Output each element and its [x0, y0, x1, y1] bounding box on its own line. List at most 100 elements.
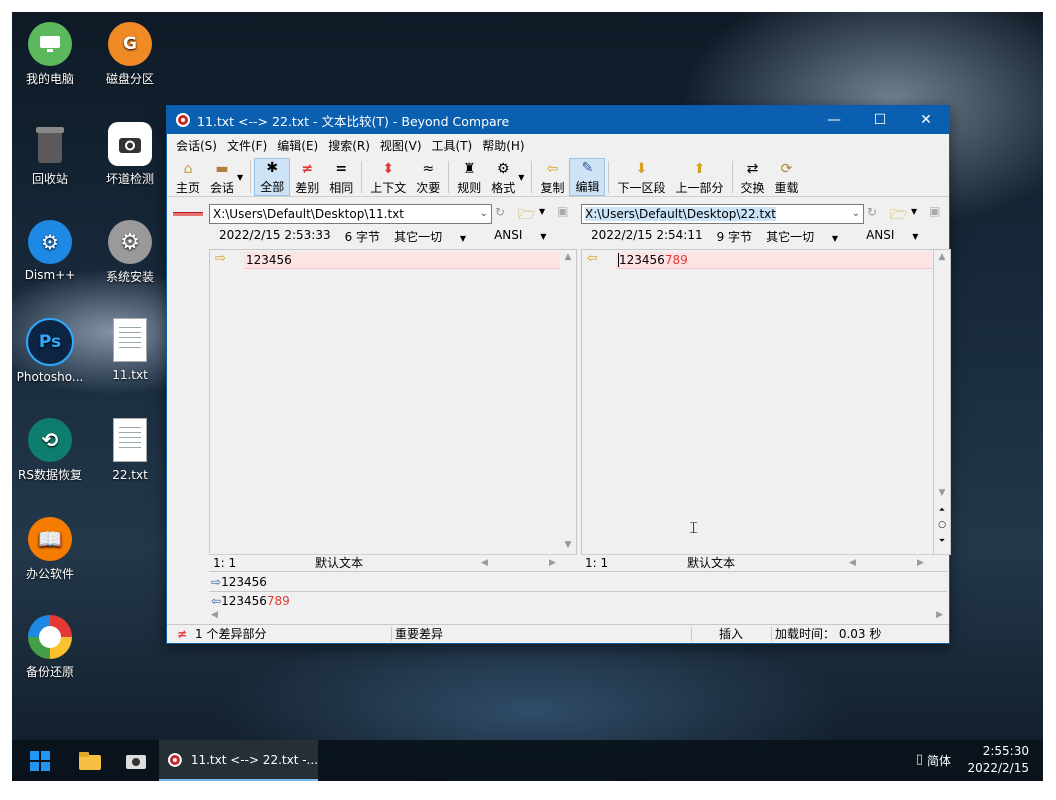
chevron-down-icon[interactable]: ⌄ [480, 205, 488, 223]
current-diff-icon[interactable]: ○ [934, 520, 950, 530]
left-path-input[interactable]: X:\Users\Default\Desktop\11.txt ⌄ [209, 204, 492, 224]
right-path-input[interactable]: X:\Users\Default\Desktop\22.txt ⌄ [581, 204, 864, 224]
menu-edit[interactable]: 编辑(E) [272, 137, 323, 154]
usb-icon[interactable]: ▯ [916, 752, 923, 767]
left-vertical-scrollbar[interactable]: ▲ ▼ [560, 250, 576, 554]
menu-file[interactable]: 文件(F) [222, 137, 272, 154]
menu-view[interactable]: 视图(V) [375, 137, 427, 154]
right-line-diff: 789 [664, 253, 688, 267]
left-encoding[interactable]: ANSI ▼ [494, 228, 560, 246]
menu-tools[interactable]: 工具(T) [427, 137, 478, 154]
left-diff-line[interactable]: 123456 [244, 252, 561, 269]
desktop-label: RS数据恢复 [18, 468, 82, 482]
menu-help[interactable]: 帮助(H) [477, 137, 529, 154]
right-folder-dropdown[interactable]: ▼ [911, 207, 917, 216]
scroll-down-arrow[interactable]: ▼ [560, 540, 576, 550]
desktop-icon-photoshop[interactable]: Ps Photosho... [12, 318, 88, 384]
prev-diff-icon[interactable]: ⏶ [934, 505, 950, 515]
right-open-folder-icon[interactable]: 🗁 [890, 204, 907, 228]
left-folder-dropdown[interactable]: ▼ [539, 207, 545, 216]
chevron-down-icon[interactable]: ⌄ [852, 205, 860, 223]
swap-button[interactable]: ⇄ 交换 [736, 158, 770, 196]
window-titlebar[interactable]: 11.txt <--> 22.txt - 文本比较(T) - Beyond Co… [167, 106, 949, 134]
maximize-button[interactable]: ☐ [857, 106, 903, 134]
desktop-icon-11-txt[interactable]: 11.txt [92, 318, 168, 382]
diffs-label: 差别 [295, 181, 320, 195]
show-all-button[interactable]: ✱ 全部 [254, 158, 291, 196]
desktop-icon-dism[interactable]: ⚙ Dism++ [12, 220, 88, 282]
scroll-up-arrow[interactable]: ▲ [934, 252, 950, 262]
left-filter[interactable]: 其它一切 ▼ [394, 228, 480, 246]
format-dropdown-arrow[interactable]: ▼ [518, 173, 524, 182]
desktop-icon-recycle-bin[interactable]: 回收站 [12, 122, 88, 187]
prev-section-button[interactable]: ⬆ 上一部分 [671, 158, 729, 196]
scroll-up-arrow[interactable]: ▲ [560, 252, 576, 262]
left-open-folder-icon[interactable]: 🗁 [518, 204, 535, 228]
minimize-button[interactable]: — [811, 106, 857, 134]
left-arrow-icon[interactable]: ⇦ [587, 252, 598, 266]
next-section-button[interactable]: ⬇ 下一区段 [612, 158, 670, 196]
scroll-right-arrow[interactable]: ▶ [549, 555, 556, 571]
copy-label: 复制 [540, 181, 565, 195]
menu-session[interactable]: 会话(S) [171, 137, 222, 154]
gear-icon: ⚙ [28, 220, 72, 264]
compare-line-left: ⇨123456 [211, 574, 267, 590]
desktop-icon-disk-partition[interactable]: G 磁盘分区 [92, 22, 168, 87]
desktop-icon-backup[interactable]: 备份还原 [12, 615, 88, 680]
file-explorer-button[interactable] [72, 740, 108, 781]
copy-button[interactable]: ⇦ 复制 [535, 158, 569, 196]
left-history-icon[interactable]: ↻ [495, 205, 505, 219]
left-path-text: X:\Users\Default\Desktop\11.txt [213, 207, 404, 221]
active-task-beyond-compare[interactable]: 11.txt <--> 22.txt -... [159, 740, 318, 781]
scroll-right-arrow[interactable]: ▶ [936, 610, 943, 620]
scroll-down-arrow[interactable]: ▼ [934, 488, 950, 498]
toolbar: ⌂ 主页 ▬ 会话 ▼ ✱ 全部 ≠ 差别 = 相同 ⬍ 上下文 ≈ 次要 ♜ 规则 ⚙ 格式 ▼… [167, 156, 949, 197]
rules-label: 规则 [457, 181, 482, 195]
line-compare-area[interactable]: ⇨123456 ⇦123456789 ◀ ▶ [209, 571, 947, 622]
reload-button[interactable]: ⟳ 重载 [770, 158, 804, 196]
show-diffs-button[interactable]: ≠ 差别 [290, 158, 324, 196]
beyond-compare-window: 11.txt <--> 22.txt - 文本比较(T) - Beyond Co… [166, 105, 951, 644]
right-save-icon[interactable]: ▣ [929, 204, 940, 218]
context-label: 上下文 [370, 181, 407, 195]
menu-search[interactable]: 搜索(R) [323, 137, 375, 154]
home-button[interactable]: ⌂ 主页 [171, 158, 205, 196]
clock[interactable]: 2:55:30 2022/2/15 [967, 743, 1029, 777]
rules-button[interactable]: ♜ 规则 [452, 158, 486, 196]
desktop-icon-bad-sector[interactable]: 坏道检测 [92, 122, 168, 187]
next-diff-icon[interactable]: ⏷ [934, 536, 950, 546]
desktop-icon-22-txt[interactable]: 22.txt [92, 418, 168, 482]
copy-left-arrow-icon: ⇦ [546, 161, 559, 177]
settings-icon: ⚙ [108, 220, 152, 264]
right-encoding[interactable]: ANSI ▼ [866, 228, 932, 246]
right-text-pane[interactable]: 123456789 𝙸 [581, 249, 935, 555]
scroll-left-arrow[interactable]: ◀ [481, 555, 488, 571]
left-save-icon[interactable]: ▣ [557, 204, 568, 218]
right-vertical-scrollbar[interactable]: ▲ ▼ ⏶ ○ ⏷ [933, 249, 951, 555]
right-arrow-icon[interactable]: ⇨ [215, 252, 226, 266]
edit-button[interactable]: ✎ 编辑 [569, 158, 606, 196]
scroll-right-arrow[interactable]: ▶ [917, 555, 924, 571]
start-button[interactable] [22, 740, 58, 781]
session-dropdown-arrow[interactable]: ▼ [237, 173, 243, 182]
pencil-icon: ✎ [581, 160, 594, 176]
right-diff-line[interactable]: 123456789 [616, 252, 932, 269]
scroll-left-arrow[interactable]: ◀ [211, 610, 218, 620]
format-button[interactable]: ⚙ 格式 [486, 158, 520, 196]
desktop-icon-my-computer[interactable]: 我的电脑 [12, 22, 88, 87]
left-text-pane[interactable]: 123456 ▲ ▼ [209, 249, 577, 555]
desktop-icon-rs-recovery[interactable]: ⟲ RS数据恢复 [12, 418, 88, 483]
right-file-info: 2022/2/15 2:54:11 9 字节 其它一切 ▼ ANSI ▼ [591, 228, 946, 246]
context-button[interactable]: ⬍ 上下文 [365, 158, 411, 196]
right-history-icon[interactable]: ↻ [867, 205, 877, 219]
minor-button[interactable]: ≈ 次要 [411, 158, 445, 196]
desktop-icon-office[interactable]: 📖 办公软件 [12, 517, 88, 582]
ime-indicator[interactable]: 简体 [927, 752, 951, 769]
session-button[interactable]: ▬ 会话 [205, 158, 239, 196]
camera-app-button[interactable] [118, 740, 154, 781]
close-button[interactable]: ✕ [903, 106, 949, 134]
scroll-left-arrow[interactable]: ◀ [849, 555, 856, 571]
show-same-button[interactable]: = 相同 [324, 158, 358, 196]
desktop-icon-system-install[interactable]: ⚙ 系统安装 [92, 220, 168, 285]
right-filter[interactable]: 其它一切 ▼ [766, 228, 852, 246]
